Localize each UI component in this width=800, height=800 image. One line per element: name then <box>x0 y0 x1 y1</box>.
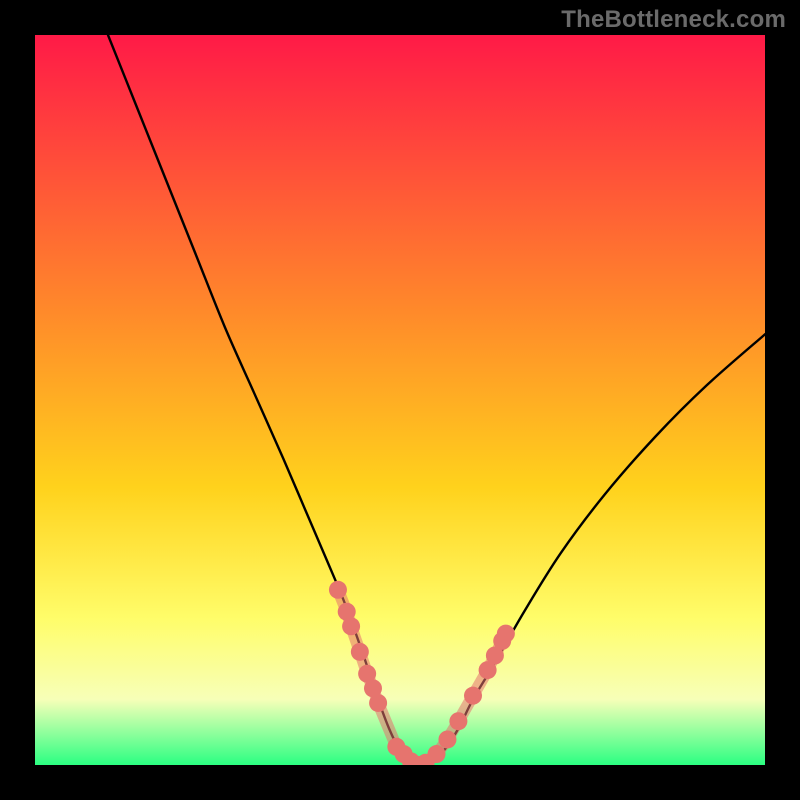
chart-svg <box>35 35 765 765</box>
gradient-background <box>35 35 765 765</box>
highlight-dot <box>351 643 369 661</box>
highlight-dot <box>329 581 347 599</box>
watermark-text: TheBottleneck.com <box>561 6 786 34</box>
highlight-dot <box>342 617 360 635</box>
highlight-dot <box>438 730 456 748</box>
outer-frame: TheBottleneck.com <box>0 0 800 800</box>
plot-area <box>35 35 765 765</box>
highlight-dot <box>449 712 467 730</box>
highlight-dot <box>497 625 515 643</box>
highlight-dot <box>428 745 446 763</box>
highlight-dot <box>464 687 482 705</box>
highlight-dot <box>369 694 387 712</box>
